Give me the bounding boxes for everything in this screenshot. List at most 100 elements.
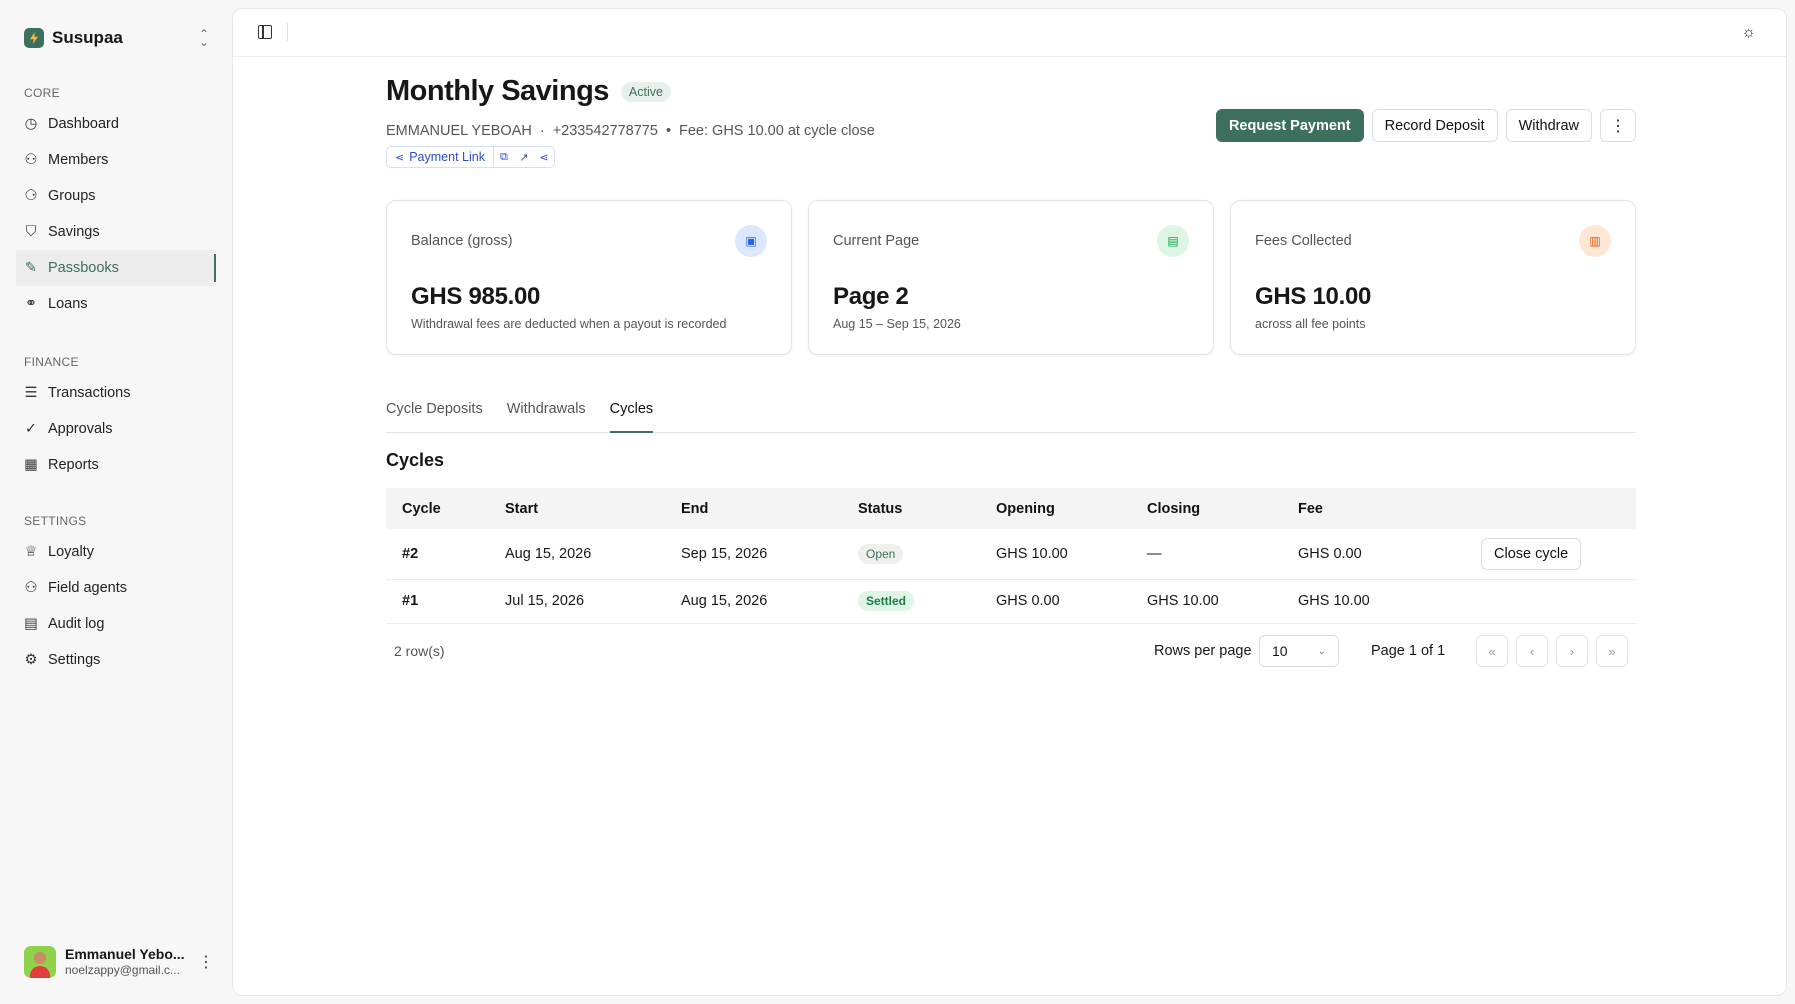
- cycle-fee: GHS 0.00: [1282, 529, 1465, 580]
- copy-icon[interactable]: ⧉: [494, 151, 514, 164]
- gear-icon: ⚙: [24, 652, 38, 668]
- card-label: Balance (gross): [411, 233, 513, 249]
- main-panel: ☼ Monthly Savings Active EMMANUEL YEBOAH…: [232, 8, 1787, 996]
- nav-section-settings: SETTINGS ♕ Loyalty ⚇ Field agents ▤ Audit l…: [24, 514, 216, 678]
- tab-withdrawals[interactable]: Withdrawals: [507, 395, 586, 433]
- next-page-icon[interactable]: ›: [1556, 635, 1588, 667]
- stat-card-current-page: Current Page ▤ Page 2 Aug 15 – Sep 15, 2…: [808, 200, 1214, 355]
- divider: [287, 23, 288, 41]
- sidebar-item-label: Members: [48, 152, 109, 168]
- brand-switcher[interactable]: Susupaa ⌃ ⌄: [24, 28, 209, 48]
- sidebar-item-passbooks[interactable]: ✎ Passbooks: [16, 250, 216, 286]
- loans-icon: ⚭: [24, 296, 38, 312]
- user-name: Emmanuel Yebo...: [65, 946, 185, 962]
- tab-cycle-deposits[interactable]: Cycle Deposits: [386, 395, 483, 433]
- sidebar-item-label: Loans: [48, 296, 88, 312]
- first-page-icon[interactable]: «: [1476, 635, 1508, 667]
- card-value: GHS 985.00: [411, 283, 541, 310]
- check-circle-icon: ✓: [24, 421, 38, 437]
- wallet-icon: ▣: [735, 225, 767, 257]
- cycle-number: #1: [386, 579, 489, 624]
- sidebar-item-loyalty[interactable]: ♕ Loyalty: [24, 534, 216, 570]
- sidebar-item-audit-log[interactable]: ▤ Audit log: [24, 606, 216, 642]
- brand-logo-icon: [24, 28, 44, 48]
- cycle-start: Jul 15, 2026: [489, 579, 665, 624]
- share-icon: ⋖: [395, 151, 405, 164]
- list-icon: ☰: [24, 385, 38, 401]
- column-header: End: [665, 488, 842, 529]
- cycle-number: #2: [386, 529, 489, 580]
- sidebar-item-label: Field agents: [48, 580, 127, 596]
- cycle-fee: GHS 10.00: [1282, 579, 1465, 624]
- more-actions-button[interactable]: ⋮: [1600, 109, 1636, 142]
- section-title: Cycles: [386, 450, 445, 470]
- close-cycle-button[interactable]: Close cycle: [1481, 537, 1582, 570]
- column-header: Opening: [980, 488, 1131, 529]
- last-page-icon[interactable]: »: [1596, 635, 1628, 667]
- sidebar: Susupaa ⌃ ⌄ CORE ◷ Dashboard ⚇ Members ⚆ Gro…: [0, 0, 232, 1004]
- sidebar-item-reports[interactable]: ▦ Reports: [24, 447, 216, 483]
- status-badge: Active: [620, 81, 671, 102]
- stat-card-balance: Balance (gross) ▣ GHS 985.00 Withdrawal …: [386, 200, 792, 355]
- sidebar-item-settings[interactable]: ⚙ Settings: [24, 642, 216, 678]
- more-vertical-icon[interactable]: ⋮: [198, 952, 214, 972]
- passbook-meta: EMMANUEL YEBOAH · +233542778775 • Fee: GHS 1…: [386, 123, 875, 139]
- sidebar-item-savings[interactable]: ⛉ Savings: [24, 214, 216, 250]
- record-deposit-button[interactable]: Record Deposit: [1371, 109, 1498, 142]
- sidebar-item-groups[interactable]: ⚆ Groups: [24, 178, 216, 214]
- rows-per-page-select[interactable]: 10 ⌄: [1259, 635, 1339, 667]
- sun-icon[interactable]: ☼: [1741, 24, 1756, 42]
- tabs: Cycle Deposits Withdrawals Cycles: [386, 395, 1636, 433]
- avatar: [24, 946, 56, 978]
- member-phone: +233542778775: [552, 123, 658, 139]
- chevron-up-down-icon: ⌃ ⌄: [198, 27, 209, 49]
- nav-heading: FINANCE: [24, 355, 79, 369]
- nav-section-finance: FINANCE ☰ Transactions ✓ Approvals ▦ Report…: [24, 355, 216, 483]
- row-count: 2 row(s): [394, 643, 445, 659]
- nav-heading: CORE: [24, 86, 60, 100]
- sidebar-item-label: Passbooks: [48, 260, 119, 276]
- nav-heading: SETTINGS: [24, 514, 87, 528]
- sidebar-item-loans[interactable]: ⚭ Loans: [24, 286, 216, 322]
- user-profile[interactable]: Emmanuel Yebo... noelzappy@gmail.c... ⋮: [24, 946, 214, 978]
- stat-cards: Balance (gross) ▣ GHS 985.00 Withdrawal …: [386, 200, 1636, 355]
- cycle-start: Aug 15, 2026: [489, 529, 665, 580]
- sidebar-item-members[interactable]: ⚇ Members: [24, 142, 216, 178]
- card-label: Fees Collected: [1255, 233, 1352, 249]
- card-value: Page 2: [833, 283, 909, 310]
- column-header: Fee: [1282, 488, 1465, 529]
- share-icon[interactable]: ⋖: [534, 151, 554, 164]
- external-link-icon[interactable]: ↗: [514, 151, 534, 164]
- sidebar-toggle-icon[interactable]: [258, 25, 272, 39]
- sidebar-item-label: Approvals: [48, 421, 113, 437]
- column-header: Closing: [1131, 488, 1282, 529]
- withdraw-button[interactable]: Withdraw: [1505, 109, 1592, 142]
- passbook-icon: ✎: [24, 260, 38, 276]
- sidebar-item-label: Loyalty: [48, 544, 94, 560]
- request-payment-button[interactable]: Request Payment: [1215, 109, 1364, 142]
- pager: « ‹ › »: [1476, 635, 1628, 667]
- user-key-icon: ⚇: [24, 580, 38, 596]
- status-badge: Open: [858, 543, 904, 564]
- card-label: Current Page: [833, 233, 920, 249]
- tab-cycles[interactable]: Cycles: [609, 395, 654, 433]
- sidebar-item-field-agents[interactable]: ⚇ Field agents: [24, 570, 216, 606]
- sidebar-item-label: Settings: [48, 652, 101, 668]
- separator: ·: [539, 123, 545, 139]
- prev-page-icon[interactable]: ‹: [1516, 635, 1548, 667]
- cycle-opening: GHS 0.00: [980, 579, 1131, 624]
- calendar-icon: ▦: [24, 457, 38, 473]
- sidebar-item-dashboard[interactable]: ◷ Dashboard: [24, 106, 216, 142]
- sidebar-item-approvals[interactable]: ✓ Approvals: [24, 411, 216, 447]
- separator: •: [665, 123, 672, 139]
- piggy-bank-icon: ⛉: [25, 224, 37, 240]
- table-row: #2 Aug 15, 2026 Sep 15, 2026 Open GHS 10…: [386, 529, 1636, 580]
- trophy-icon: ♕: [24, 544, 38, 560]
- user-email: noelzappy@gmail.c...: [65, 963, 180, 977]
- column-header-actions: [1465, 488, 1636, 529]
- sidebar-item-transactions[interactable]: ☰ Transactions: [24, 375, 216, 411]
- column-header: Cycle: [386, 488, 489, 529]
- payment-link-button[interactable]: ⋖ Payment Link: [387, 147, 494, 167]
- table-row: #1 Jul 15, 2026 Aug 15, 2026 Settled GHS…: [386, 579, 1636, 624]
- cycles-table: Cycle Start End Status Opening Closing F…: [386, 488, 1636, 624]
